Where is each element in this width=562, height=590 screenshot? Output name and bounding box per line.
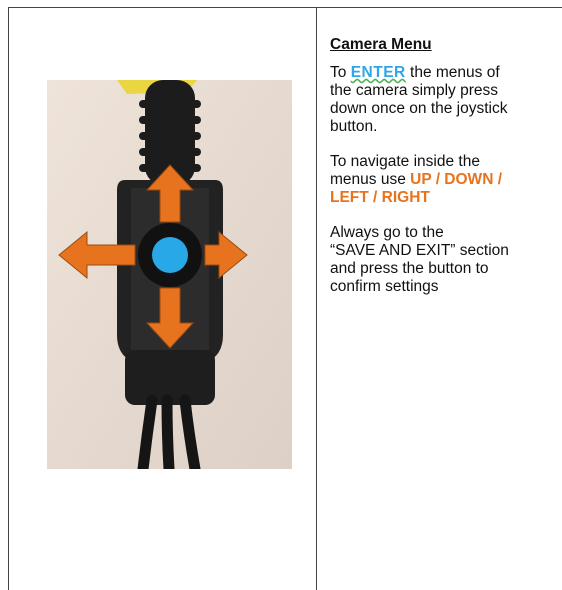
camera-menu-heading: Camera Menu xyxy=(330,36,432,53)
table-column-divider xyxy=(316,7,317,590)
joystick-photo xyxy=(47,80,292,469)
save-line-2: “SAVE AND EXIT” section xyxy=(330,242,509,259)
enter-line-1-before: To xyxy=(330,64,347,81)
enter-line-2: the camera simply press xyxy=(330,82,498,99)
enter-instructions: To ENTER the menus of the camera simply … xyxy=(330,64,562,136)
save-line-1: Always go to the xyxy=(330,224,444,241)
enter-line-1: To ENTER the menus of xyxy=(330,64,562,82)
navigate-line-1: To navigate inside the xyxy=(330,153,480,170)
left-right-keywords: LEFT / RIGHT xyxy=(330,189,430,206)
save-instructions: Always go to the “SAVE AND EXIT” section… xyxy=(330,224,562,296)
save-line-4: confirm settings xyxy=(330,278,439,295)
navigate-line-2-prefix: menus use xyxy=(330,171,406,188)
navigate-instructions: To navigate inside the menus use UP / DO… xyxy=(330,153,562,207)
joystick-button xyxy=(152,237,188,273)
enter-line-1-after: the menus of xyxy=(410,64,500,81)
instructions-column: Camera Menu To ENTER the menus of the ca… xyxy=(330,36,562,313)
table-top-border xyxy=(8,7,562,8)
enter-line-3: down once on the joystick xyxy=(330,100,508,117)
table-left-border xyxy=(8,7,9,590)
enter-keyword: ENTER xyxy=(350,64,406,81)
navigate-line-2: menus use UP / DOWN / xyxy=(330,171,562,189)
save-line-3: and press the button to xyxy=(330,260,489,277)
enter-line-4: button. xyxy=(330,118,378,135)
up-down-keywords: UP / DOWN / xyxy=(410,171,502,188)
